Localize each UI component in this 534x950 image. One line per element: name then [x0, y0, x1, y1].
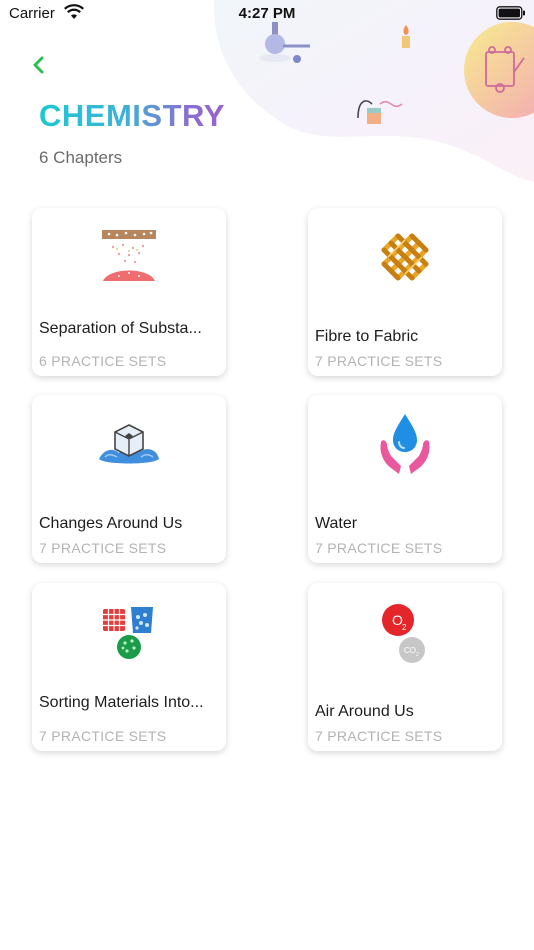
clock: 4:27 PM — [238, 5, 296, 22]
svg-text:CO: CO — [404, 646, 416, 655]
back-button[interactable] — [28, 52, 50, 78]
chapter-title: Changes Around Us — [39, 515, 183, 532]
practice-sets-count: 7 PRACTICE SETS — [39, 728, 167, 744]
practice-sets-count: 6 PRACTICE SETS — [39, 353, 167, 369]
chapter-card-water[interactable]: Water 7 PRACTICE SETS — [308, 395, 502, 563]
chapter-count: 6 Chapters — [39, 148, 123, 167]
water-drop-hands-icon — [308, 409, 502, 479]
practice-sets-count: 7 PRACTICE SETS — [39, 540, 167, 556]
materials-beaker-icon — [32, 597, 226, 667]
chapter-title: Water — [315, 515, 358, 532]
chapter-title: Sorting Materials Into... — [39, 694, 204, 711]
svg-text:2: 2 — [402, 623, 407, 632]
practice-sets-count: 7 PRACTICE SETS — [315, 728, 443, 744]
svg-text:2: 2 — [416, 652, 419, 658]
chapter-title: Fibre to Fabric — [315, 328, 419, 345]
chapter-card-separation[interactable]: Separation of Substa... 6 PRACTICE SETS — [32, 208, 226, 376]
chapter-card-changes[interactable]: Changes Around Us 7 PRACTICE SETS — [32, 395, 226, 563]
page-title: CHEMISTRY — [39, 98, 225, 133]
chapter-title: Air Around Us — [315, 703, 414, 720]
practice-sets-count: 7 PRACTICE SETS — [315, 353, 443, 369]
battery-icon — [496, 6, 526, 25]
ice-cube-icon — [32, 409, 226, 479]
o2-co2-icon: O 2 CO 2 — [308, 597, 502, 667]
practice-sets-count: 7 PRACTICE SETS — [315, 540, 443, 556]
chapter-card-fibre[interactable]: Fibre to Fabric 7 PRACTICE SETS — [308, 208, 502, 376]
woven-fabric-icon — [308, 222, 502, 292]
sieve-icon — [32, 222, 226, 292]
chapter-card-air[interactable]: O 2 CO 2 Air Around Us 7 PRACTICE SETS — [308, 583, 502, 751]
status-bar: Carrier 4:27 PM — [0, 0, 534, 28]
chapter-card-sorting[interactable]: Sorting Materials Into... 7 PRACTICE SET… — [32, 583, 226, 751]
chevron-left-icon — [33, 56, 44, 74]
chapter-title: Separation of Substa... — [39, 320, 202, 337]
